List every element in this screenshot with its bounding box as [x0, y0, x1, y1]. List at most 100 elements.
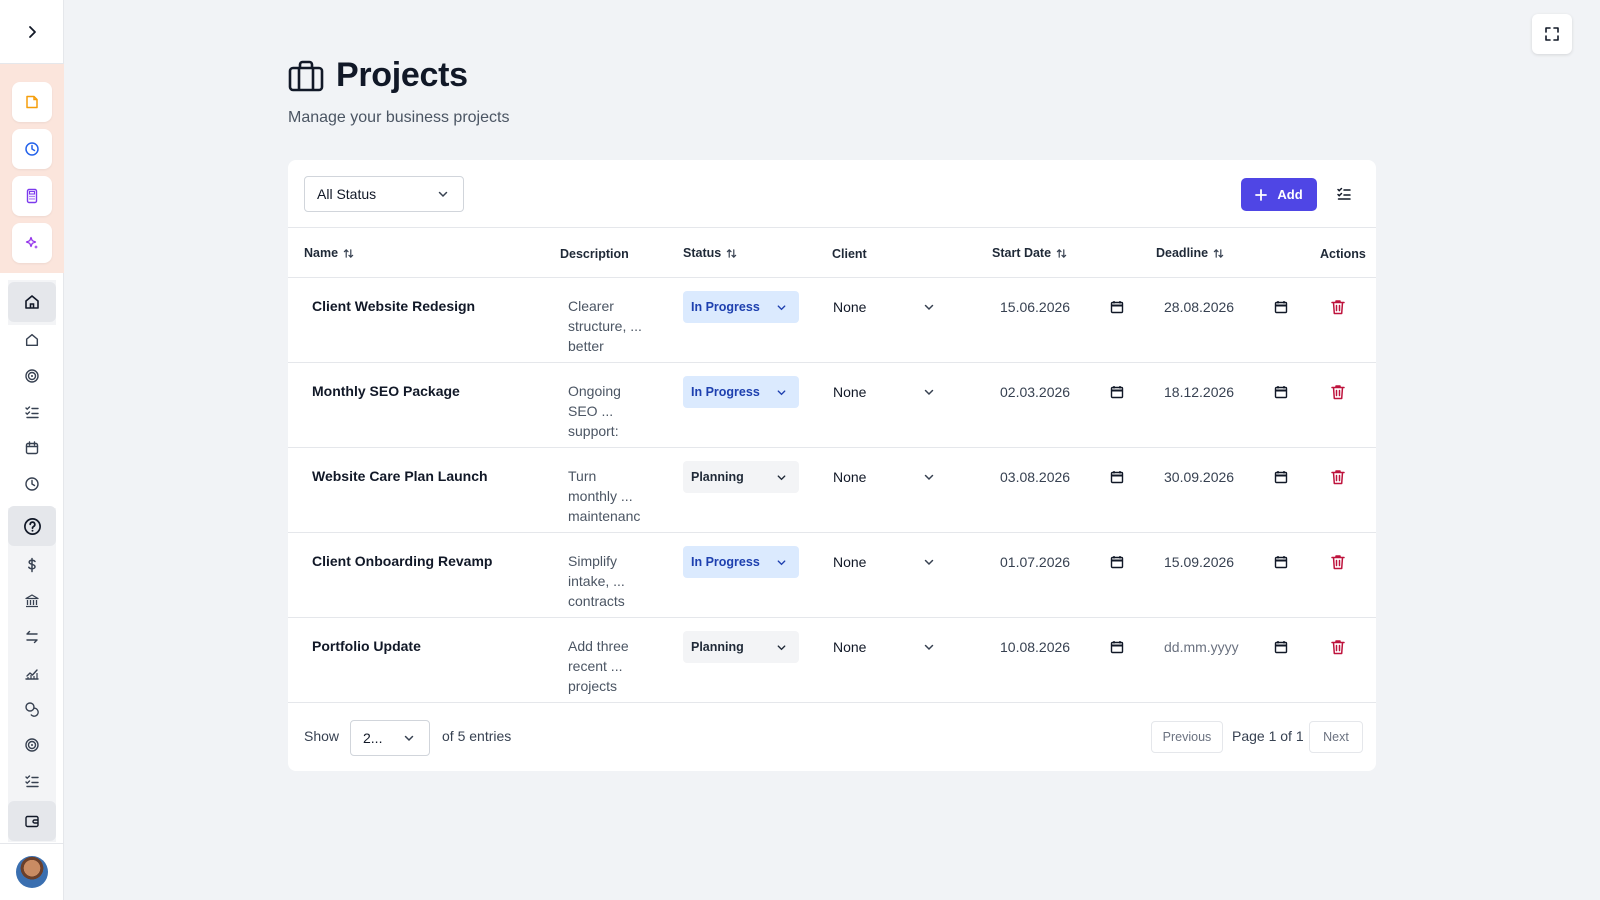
expand-sidebar-button[interactable] [0, 0, 64, 64]
chevron-down-icon [777, 389, 786, 395]
client-select[interactable]: None [833, 546, 939, 578]
dollar-icon [28, 557, 36, 573]
project-name[interactable]: Client Onboarding Revamp [312, 553, 492, 569]
sidebar-item-help[interactable] [8, 506, 56, 546]
target-icon [25, 369, 39, 383]
show-label: Show [304, 728, 340, 744]
deadline-input[interactable]: 15.09.2026 [1164, 546, 1288, 578]
chevron-down-icon [924, 474, 934, 481]
status-select[interactable]: In Progress [683, 291, 799, 323]
sidebar-item-calendar[interactable] [8, 430, 56, 466]
client-select[interactable]: None [833, 376, 939, 408]
sidebar-item-transactions[interactable] [8, 619, 56, 655]
chevron-down-icon [924, 389, 934, 396]
trash-icon [1331, 555, 1345, 570]
deadline-value: 18.12.2026 [1164, 384, 1235, 400]
column-header-start-date[interactable]: Start Date [992, 246, 1067, 260]
add-project-button[interactable]: Add [1241, 178, 1317, 211]
delete-button[interactable] [1330, 638, 1346, 656]
status-filter-select[interactable]: All Status [304, 176, 464, 212]
table-row: Monthly SEO Package Ongoing SEO ... supp… [288, 363, 1376, 448]
chevron-right-icon [29, 25, 36, 38]
sidebar-item-checklists[interactable] [8, 763, 56, 799]
client-select[interactable]: None [833, 631, 939, 663]
deadline-input[interactable]: dd.mm.yyyy [1164, 631, 1288, 663]
client-select[interactable]: None [833, 291, 939, 323]
table-toolbar: All Status Add [288, 160, 1376, 228]
start-date-input[interactable]: 01.07.2026 [1000, 546, 1124, 578]
column-header-name[interactable]: Name [304, 246, 354, 260]
start-date-input[interactable]: 03.08.2026 [1000, 461, 1124, 493]
calendar-icon [1274, 386, 1288, 399]
avatar[interactable] [16, 856, 48, 888]
project-name[interactable]: Monthly SEO Package [312, 383, 460, 399]
status-filter-value: All Status [317, 186, 377, 202]
column-header-deadline[interactable]: Deadline [1156, 246, 1224, 260]
sidebar-item-goals[interactable] [8, 358, 56, 394]
chevron-down-icon [924, 559, 934, 566]
ai-tool-button[interactable] [12, 223, 52, 263]
sidebar-quick-tools [0, 64, 64, 273]
status-select[interactable]: Planning [683, 461, 799, 493]
chart-line-icon [25, 669, 39, 680]
deadline-value: 30.09.2026 [1164, 469, 1235, 485]
fullscreen-button[interactable] [1532, 14, 1572, 54]
project-name[interactable]: Client Website Redesign [312, 298, 475, 314]
sidebar-item-tasks[interactable] [8, 394, 56, 430]
column-header-status[interactable]: Status [683, 246, 737, 260]
column-header-label: Start Date [992, 246, 1052, 260]
sidebar-item-dashboard[interactable] [8, 282, 56, 322]
project-name[interactable]: Portfolio Update [312, 638, 421, 654]
calculator-tool-button[interactable] [12, 176, 52, 216]
status-select[interactable]: In Progress [683, 376, 799, 408]
table-footer: Show 2... of 5 entries Previous Page 1 o… [288, 705, 1376, 771]
previous-page-button[interactable]: Previous [1151, 721, 1223, 753]
chevron-down-icon [924, 304, 934, 311]
sidebar-item-reports[interactable] [8, 655, 56, 691]
sidebar-item-payments[interactable] [8, 691, 56, 727]
column-header-actions: Actions [1320, 247, 1366, 261]
fullscreen-icon [1545, 27, 1559, 41]
client-value: None [833, 384, 867, 400]
deadline-input[interactable]: 30.09.2026 [1164, 461, 1288, 493]
deadline-input[interactable]: 18.12.2026 [1164, 376, 1288, 408]
status-value: In Progress [691, 385, 760, 399]
description-line: support: [568, 423, 619, 439]
sidebar-item-finance[interactable] [8, 547, 56, 583]
calendar-icon [1110, 301, 1124, 314]
next-page-button[interactable]: Next [1309, 721, 1363, 753]
delete-button[interactable] [1330, 553, 1346, 571]
project-description: Simplify intake, ... contracts [568, 551, 650, 613]
page-size-select[interactable]: 2... [350, 720, 430, 756]
sparkles-icon [25, 236, 38, 249]
column-header-label: Deadline [1156, 246, 1209, 260]
time-tool-button[interactable] [12, 129, 52, 169]
client-select[interactable]: None [833, 461, 939, 493]
column-settings-button[interactable] [1334, 184, 1354, 204]
start-date-input[interactable]: 10.08.2026 [1000, 631, 1124, 663]
delete-button[interactable] [1330, 383, 1346, 401]
delete-button[interactable] [1330, 468, 1346, 486]
sidebar-item-targets[interactable] [8, 727, 56, 763]
sidebar-item-time[interactable] [8, 466, 56, 502]
project-name[interactable]: Website Care Plan Launch [312, 468, 488, 484]
status-select[interactable]: Planning [683, 631, 799, 663]
sidebar-item-wallet[interactable] [8, 801, 56, 841]
sidebar-item-banking[interactable] [8, 583, 56, 619]
note-icon [26, 95, 38, 109]
calendar-icon [1274, 471, 1288, 484]
status-value: Planning [691, 640, 744, 654]
status-select[interactable]: In Progress [683, 546, 799, 578]
checklist-icon [25, 406, 39, 419]
trash-icon [1331, 300, 1345, 315]
deadline-input[interactable]: 28.08.2026 [1164, 291, 1288, 323]
start-date-input[interactable]: 02.03.2026 [1000, 376, 1124, 408]
start-date-value: 15.06.2026 [1000, 299, 1071, 315]
arrows-exchange-icon [26, 630, 38, 644]
delete-button[interactable] [1330, 298, 1346, 316]
notes-tool-button[interactable] [12, 82, 52, 122]
start-date-input[interactable]: 15.06.2026 [1000, 291, 1124, 323]
sidebar-item-home[interactable] [8, 322, 56, 358]
bank-icon [25, 594, 39, 608]
table-row: Website Care Plan Launch Turn monthly ..… [288, 448, 1376, 533]
